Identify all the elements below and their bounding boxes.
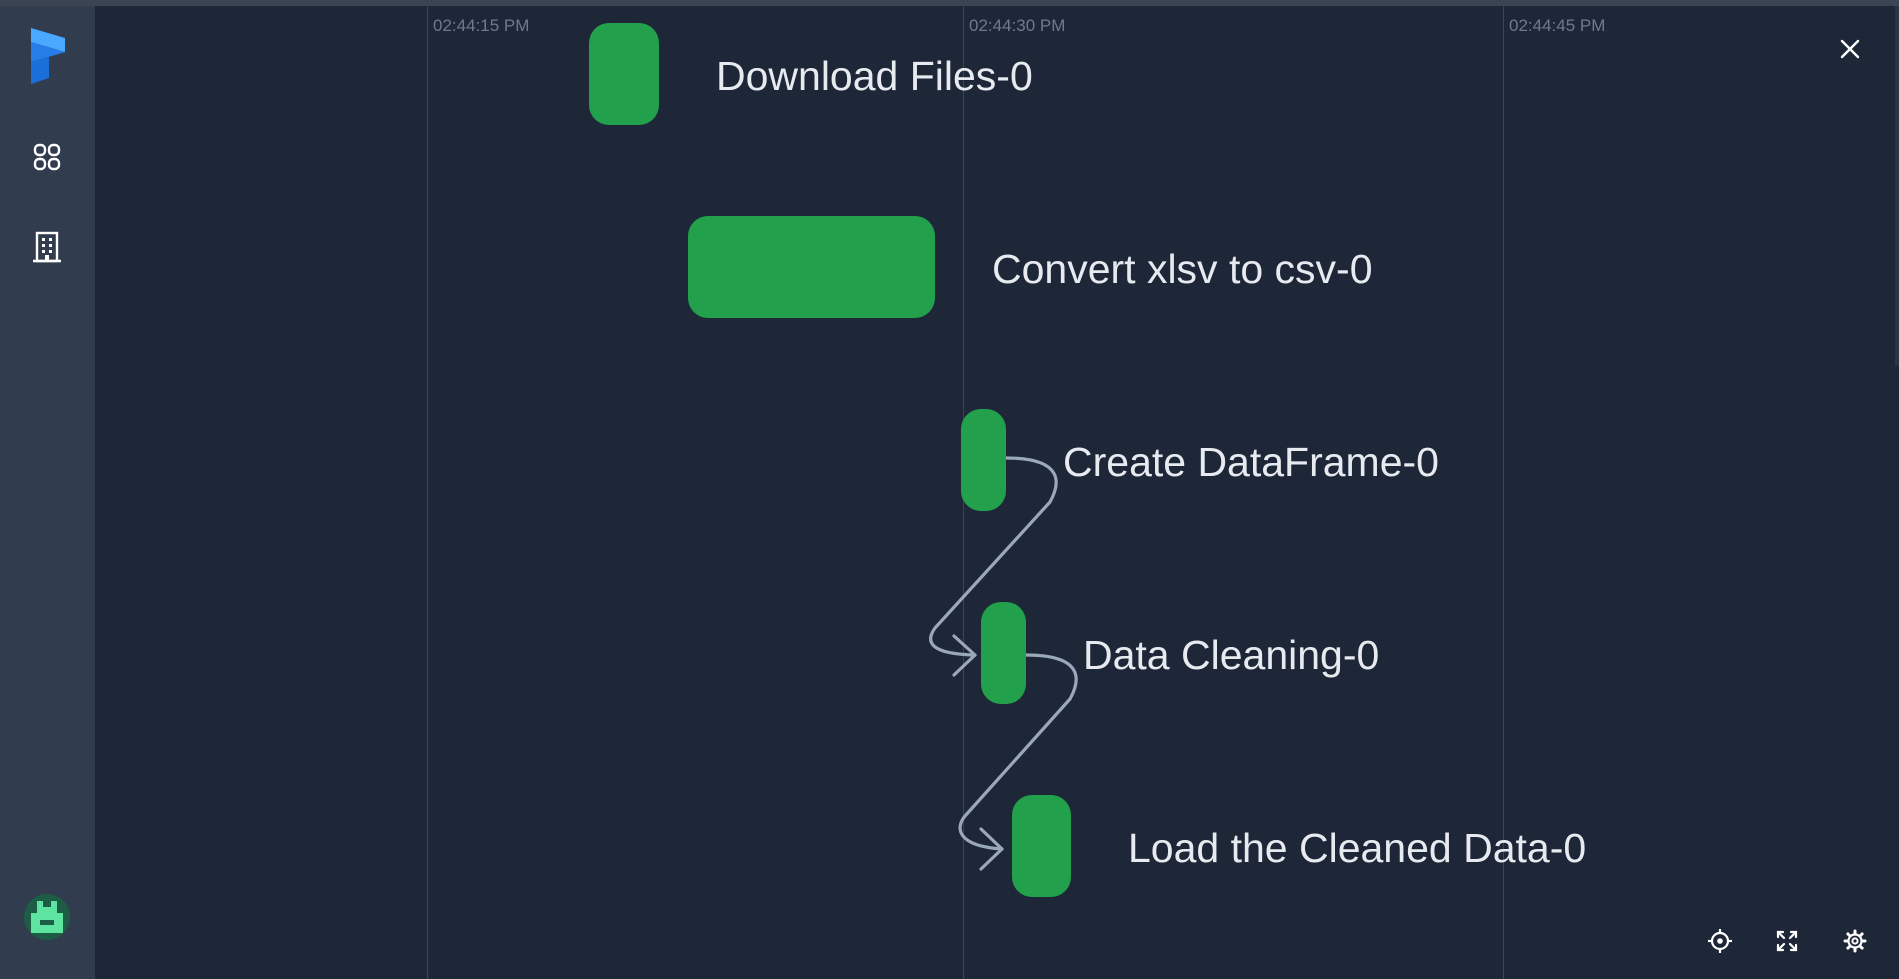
task-run-bar[interactable]: [1012, 795, 1071, 897]
gear-icon: [1843, 929, 1867, 953]
user-avatar-button[interactable]: [20, 890, 74, 944]
task-run-label[interactable]: Load the Cleaned Data-0: [1128, 825, 1586, 872]
sidebar: [0, 6, 95, 979]
recenter-icon: [1708, 929, 1732, 953]
building-icon: [33, 231, 61, 263]
task-run-bar[interactable]: [688, 216, 935, 318]
task-run-label[interactable]: Data Cleaning-0: [1083, 632, 1379, 679]
fullscreen-icon: [1776, 930, 1798, 952]
sidebar-item-dashboard[interactable]: [20, 130, 74, 184]
task-run-bar[interactable]: [589, 23, 659, 125]
close-button[interactable]: [1830, 29, 1870, 69]
logo-button[interactable]: [20, 28, 74, 86]
recenter-button[interactable]: [1700, 921, 1740, 961]
task-run-bar[interactable]: [981, 602, 1026, 704]
task-run-label[interactable]: Convert xlsv to csv-0: [992, 246, 1373, 293]
task-run-label[interactable]: Download Files-0: [716, 53, 1033, 100]
task-run-label[interactable]: Create DataFrame-0: [1063, 439, 1439, 486]
close-icon: [1840, 39, 1860, 59]
fullscreen-button[interactable]: [1767, 921, 1807, 961]
task-run-bar[interactable]: [961, 409, 1006, 511]
settings-button[interactable]: [1835, 921, 1875, 961]
flow-run-timeline-canvas[interactable]: 02:44:15 PM 02:44:30 PM 02:44:45 PM Down…: [95, 6, 1899, 979]
scrollbar[interactable]: [1895, 6, 1899, 366]
prefect-logo-icon: [31, 28, 65, 84]
user-avatar-icon: [24, 894, 70, 940]
dashboard-grid-icon: [33, 143, 61, 171]
sidebar-item-workspace[interactable]: [20, 220, 74, 274]
